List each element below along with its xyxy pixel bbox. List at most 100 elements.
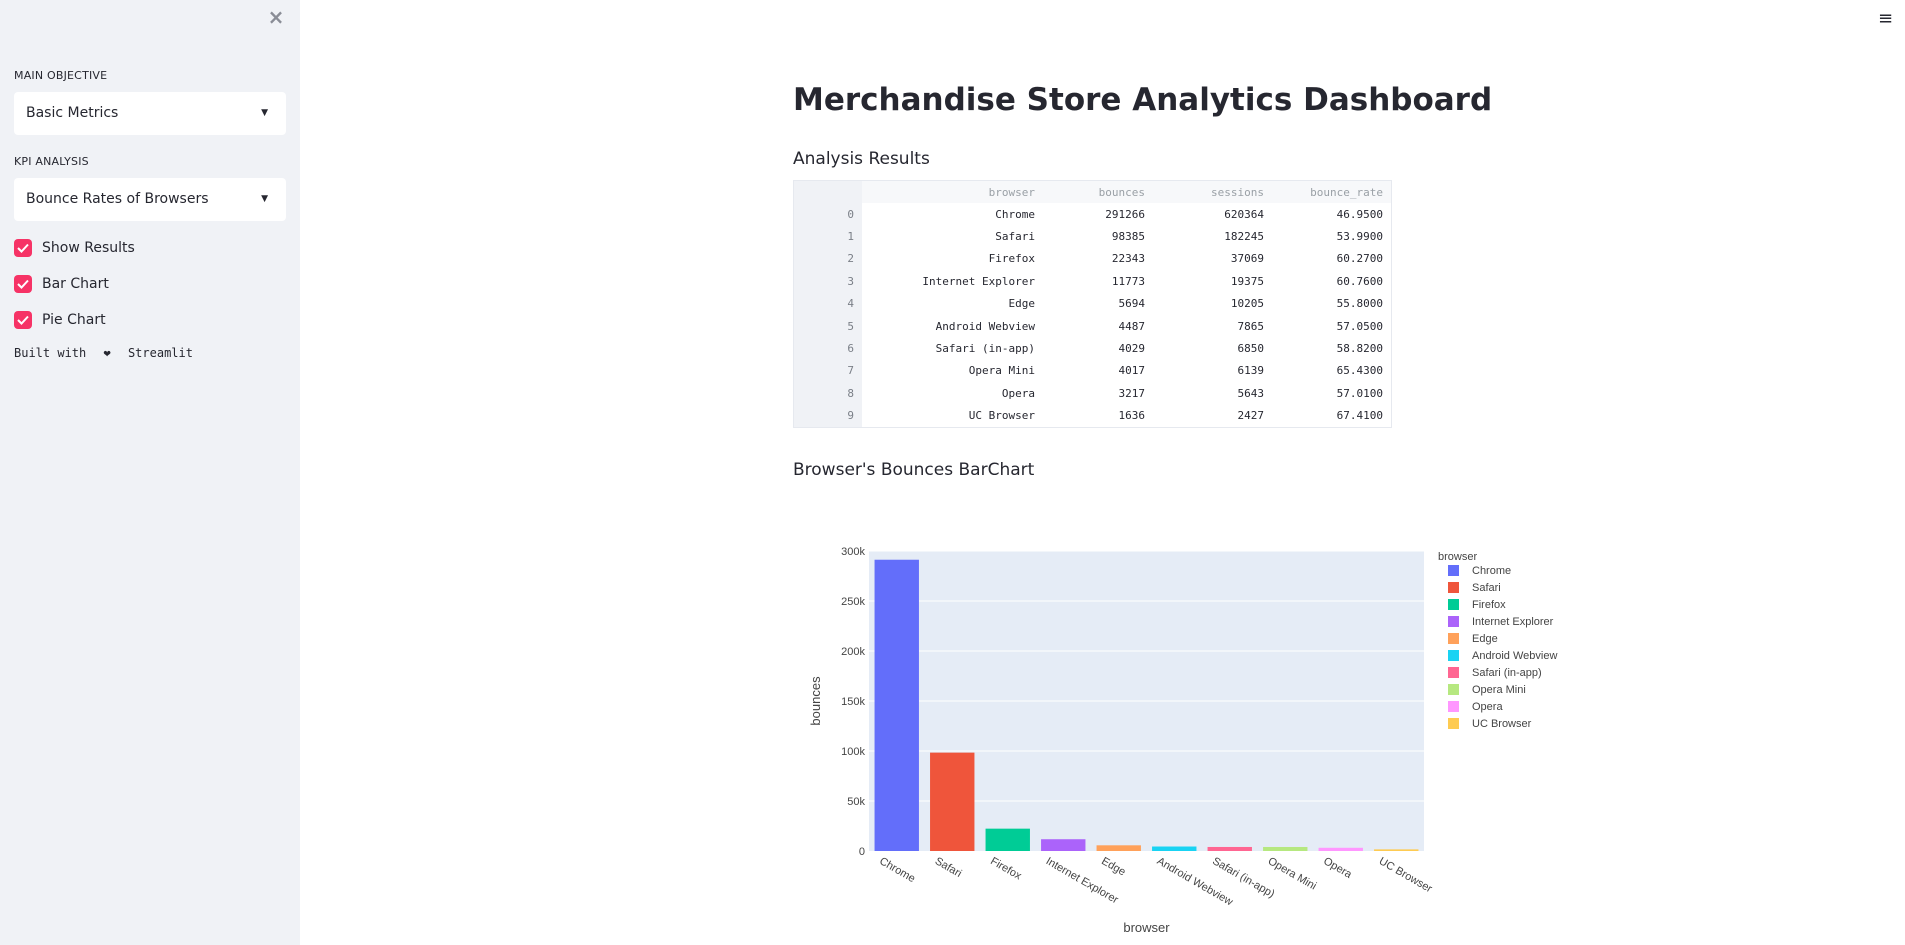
x-tick-label: Firefox	[988, 855, 1024, 882]
hamburger-menu-icon[interactable]: ≡	[1878, 8, 1893, 29]
bar	[1318, 847, 1363, 851]
cell-bounces: 22343	[1111, 252, 1145, 266]
column-header: browser	[862, 180, 1043, 203]
y-tick-label: 100k	[841, 746, 865, 758]
bar	[1096, 845, 1141, 851]
main-objective-select[interactable]: Basic Metrics ▼	[14, 92, 286, 135]
cell-browser: Internet Explorer	[922, 274, 1035, 288]
table-row: 4 Edge 5694 10205 55.8000	[793, 292, 1392, 315]
cell-bounce-rate: 57.0500	[1336, 319, 1383, 333]
bar	[1207, 846, 1252, 851]
row-index: 4	[793, 292, 862, 315]
bar	[1152, 846, 1197, 851]
legend-item: Android Webview	[1472, 650, 1557, 662]
y-tick-label: 50k	[847, 796, 865, 808]
pie-chart-checkbox[interactable]: Pie Chart	[14, 309, 106, 331]
cell-browser: Safari	[995, 230, 1035, 244]
kpi-analysis-select[interactable]: Bounce Rates of Browsers ▼	[14, 178, 286, 221]
legend-item: Edge	[1472, 633, 1498, 645]
cell-sessions: 7865	[1237, 319, 1265, 333]
table-row: 2 Firefox 22343 37069 60.2700	[793, 247, 1392, 271]
row-index: 0	[793, 203, 862, 226]
table-row: 7 Opera Mini 4017 6139 65.4300	[793, 359, 1392, 383]
main-objective-value: Basic Metrics	[26, 105, 119, 121]
cell-sessions: 182245	[1224, 230, 1264, 244]
column-header: bounce_rate	[1272, 180, 1392, 203]
table-row: 5 Android Webview 4487 7865 57.0500	[793, 314, 1392, 338]
row-index: 6	[793, 337, 862, 360]
cell-bounces: 1636	[1118, 409, 1146, 423]
cell-bounce-rate: 60.2700	[1336, 252, 1383, 266]
legend-item: Firefox	[1472, 599, 1506, 611]
legend-swatch	[1448, 599, 1459, 610]
kpi-analysis-label: KPI ANALYSIS	[14, 155, 89, 168]
cell-sessions: 2427	[1237, 409, 1265, 423]
page-title: Merchandise Store Analytics Dashboard	[793, 82, 1493, 118]
legend-item: Chrome	[1472, 565, 1511, 577]
show-results-label: Show Results	[42, 240, 135, 256]
cell-browser: Safari (in-app)	[935, 342, 1035, 356]
legend-swatch	[1448, 667, 1459, 678]
bar	[1041, 839, 1086, 851]
cell-sessions: 620364	[1224, 207, 1264, 221]
built-with-text: Built with	[14, 346, 87, 360]
y-tick-label: 250k	[841, 596, 865, 608]
row-index: 5	[793, 314, 862, 338]
bar-chart-label: Bar Chart	[42, 276, 109, 292]
table-row: 6 Safari (in-app) 4029 6850 58.8200	[793, 337, 1392, 360]
checkbox-checked-icon	[14, 311, 32, 329]
cell-bounces: 11773	[1111, 274, 1145, 288]
cell-browser: UC Browser	[968, 409, 1035, 423]
x-tick-label: Chrome	[877, 855, 917, 885]
x-tick-label: UC Browser	[1377, 855, 1435, 895]
bar	[985, 828, 1030, 851]
legend-swatch	[1448, 582, 1459, 593]
cell-browser: Opera	[1001, 386, 1035, 400]
built-with-footer: Built with ❤ Streamlit	[14, 346, 193, 360]
bar	[1263, 846, 1308, 851]
legend-swatch	[1448, 633, 1459, 644]
close-sidebar-icon[interactable]: ×	[266, 6, 286, 28]
legend-item: Opera	[1472, 701, 1503, 713]
pie-chart-label: Pie Chart	[42, 312, 106, 328]
cell-browser: Opera Mini	[968, 364, 1035, 378]
cell-bounce-rate: 60.7600	[1336, 274, 1383, 288]
cell-sessions: 6850	[1237, 342, 1265, 356]
bar-chart-checkbox[interactable]: Bar Chart	[14, 273, 109, 295]
cell-bounce-rate: 55.8000	[1336, 297, 1383, 311]
legend-swatch	[1448, 650, 1459, 661]
table-header-row: browser bounces sessions bounce_rate	[793, 180, 1392, 203]
legend-swatch	[1448, 565, 1459, 576]
chevron-down-icon: ▼	[261, 108, 268, 118]
cell-bounces: 3217	[1118, 386, 1146, 400]
table-row: 3 Internet Explorer 11773 19375 60.7600	[793, 270, 1392, 293]
cell-browser: Edge	[1008, 297, 1036, 311]
heart-icon: ❤	[103, 346, 111, 360]
legend-swatch	[1448, 718, 1459, 729]
cell-bounces: 98385	[1111, 230, 1145, 244]
x-tick-label: Opera	[1321, 855, 1354, 881]
column-header: bounces	[1043, 180, 1153, 203]
x-tick-label: Safari	[933, 855, 964, 880]
row-index: 8	[793, 382, 862, 405]
legend-item: Opera Mini	[1472, 684, 1526, 696]
streamlit-link[interactable]: Streamlit	[128, 346, 193, 360]
analysis-results-heading: Analysis Results	[793, 149, 930, 169]
legend-swatch	[1448, 684, 1459, 695]
results-table: browser bounces sessions bounce_rate 0 Ch…	[793, 180, 1392, 428]
y-tick-label: 150k	[841, 696, 865, 708]
row-index: 7	[793, 359, 862, 383]
cell-sessions: 37069	[1230, 252, 1264, 266]
cell-bounces: 4029	[1118, 342, 1146, 356]
column-header: sessions	[1153, 180, 1272, 203]
legend-swatch	[1448, 701, 1459, 712]
cell-bounces: 291266	[1105, 207, 1145, 221]
legend-swatch	[1448, 616, 1459, 627]
row-index: 1	[793, 225, 862, 248]
show-results-checkbox[interactable]: Show Results	[14, 237, 135, 259]
cell-sessions: 19375	[1230, 274, 1264, 288]
bar	[930, 752, 975, 851]
bar	[874, 559, 919, 851]
bar	[1374, 849, 1419, 851]
cell-bounce-rate: 53.9900	[1336, 230, 1383, 244]
